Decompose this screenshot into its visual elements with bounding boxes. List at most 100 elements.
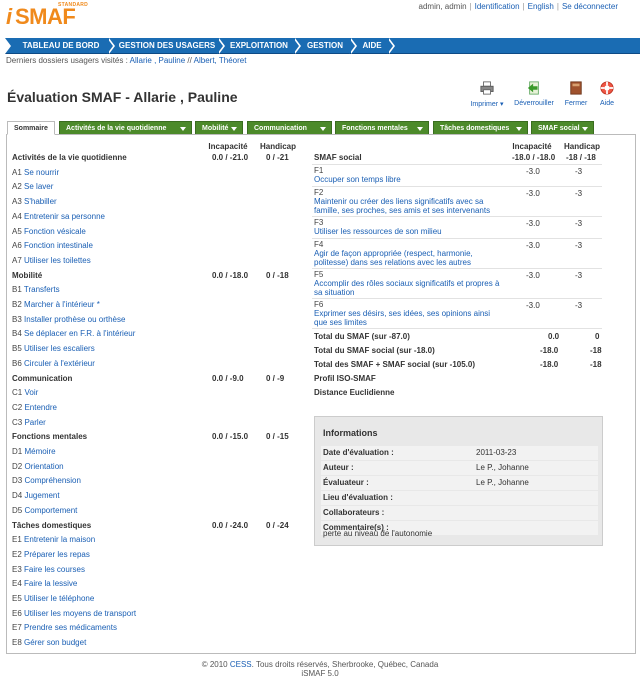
cess-link[interactable]: CESS [230, 660, 252, 669]
list-item[interactable]: E4 Faire la lessive [12, 579, 77, 589]
item-link[interactable]: Orientation [24, 462, 63, 471]
item-link[interactable]: Voir [24, 388, 38, 397]
list-item[interactable]: B4 Se déplacer en F.R. à l'intérieur [12, 329, 135, 339]
tab-sommaire[interactable]: Sommaire [7, 121, 55, 135]
list-item[interactable]: E6 Utiliser les moyens de transport [12, 609, 136, 619]
row-divider [312, 328, 602, 329]
social-item[interactable]: F1 Occuper son temps libre [314, 166, 504, 184]
item-link[interactable]: Faire la lessive [24, 579, 77, 588]
list-item[interactable]: D2 Orientation [12, 462, 64, 472]
list-item[interactable]: A2 Se laver [12, 182, 53, 192]
item-link[interactable]: Agir de façon appropriée (respect, harmo… [314, 249, 504, 267]
close-button[interactable]: Fermer [562, 80, 590, 107]
item-link[interactable]: Utiliser les escaliers [24, 344, 95, 353]
recent-link-allarie[interactable]: Allarie , Pauline [130, 56, 186, 65]
item-link[interactable]: Exprimer ses désirs, ses idées, ses opin… [314, 309, 504, 327]
item-link[interactable]: Accomplir des rôles sociaux significatif… [314, 279, 504, 297]
item-link[interactable]: Marcher à l'intérieur * [24, 300, 100, 309]
recent-link-albert[interactable]: Albert, Théoret [194, 56, 247, 65]
item-link[interactable]: Se laver [24, 182, 53, 191]
item-link[interactable]: Utiliser les moyens de transport [24, 609, 136, 618]
list-item[interactable]: D4 Jugement [12, 491, 60, 501]
list-item[interactable]: E8 Gérer son budget [12, 638, 86, 648]
item-link[interactable]: Se nourrir [24, 168, 59, 177]
social-item[interactable]: F4 Agir de façon appropriée (respect, har… [314, 240, 504, 267]
item-link[interactable]: Circuler à l'extérieur [24, 359, 95, 368]
ismaf-logo[interactable]: i SMAF STANDARD [6, 2, 96, 30]
tab-fonctions-mentales[interactable]: Fonctions mentales [335, 121, 429, 135]
list-item[interactable]: B6 Circuler à l'extérieur [12, 359, 95, 369]
list-item[interactable]: D1 Mémoire [12, 447, 56, 457]
item-link[interactable]: Fonction vésicale [24, 227, 86, 236]
item-link[interactable]: Transferts [24, 285, 60, 294]
item-link[interactable]: Prendre ses médicaments [24, 623, 117, 632]
item-link[interactable]: Gérer son budget [24, 638, 86, 647]
social-item[interactable]: F2 Maintenir ou créer des liens significa… [314, 188, 504, 215]
tab-mobilite[interactable]: Mobilité [195, 121, 243, 135]
item-link[interactable]: Parler [24, 418, 45, 427]
list-item[interactable]: A6 Fonction intestinale [12, 241, 93, 251]
nav-gestion[interactable]: GESTION [303, 38, 347, 54]
item-link[interactable]: Préparer les repas [24, 550, 90, 559]
logout-link[interactable]: Se déconnecter [562, 2, 618, 11]
list-item[interactable]: A4 Entretenir sa personne [12, 212, 105, 222]
item-link[interactable]: Entretenir la maison [24, 535, 95, 544]
item-link[interactable]: Comportement [24, 506, 77, 515]
item-link[interactable]: Jugement [24, 491, 59, 500]
list-item[interactable]: B1 Transferts [12, 285, 60, 295]
item-link[interactable]: Entendre [24, 403, 56, 412]
identification-link[interactable]: Identification [475, 2, 520, 11]
item-link[interactable]: Utiliser les toilettes [24, 256, 91, 265]
item-link[interactable]: Compréhension [24, 476, 80, 485]
nav-exploitation[interactable]: EXPLOITATION [227, 38, 291, 54]
tab-avq[interactable]: Activités de la vie quotidienne [59, 121, 192, 135]
list-item[interactable]: C3 Parler [12, 418, 46, 428]
language-link[interactable]: English [528, 2, 554, 11]
list-item[interactable]: A3 S'habiller [12, 197, 57, 207]
item-link[interactable]: Utiliser le téléphone [24, 594, 94, 603]
list-item[interactable]: E3 Faire les courses [12, 565, 85, 575]
item-link[interactable]: Utiliser les ressources de son milieu [314, 227, 504, 236]
item-link[interactable]: Mémoire [24, 447, 55, 456]
unlock-button[interactable]: Déverrouiller [513, 80, 555, 107]
item-link[interactable]: Fonction intestinale [24, 241, 93, 250]
item-link[interactable]: Entretenir sa personne [24, 212, 105, 221]
help-button[interactable]: Aide [596, 80, 618, 107]
list-item[interactable]: B5 Utiliser les escaliers [12, 344, 95, 354]
list-item[interactable]: A1 Se nourrir [12, 168, 59, 178]
item-link[interactable]: Se déplacer en F.R. à l'intérieur [24, 329, 135, 338]
close-book-icon [570, 81, 582, 95]
nav-aide[interactable]: AIDE [359, 38, 385, 54]
list-item[interactable]: D3 Compréhension [12, 476, 81, 486]
list-item[interactable]: E2 Préparer les repas [12, 550, 90, 560]
list-item[interactable]: E7 Prendre ses médicaments [12, 623, 117, 633]
list-item[interactable]: E1 Entretenir la maison [12, 535, 95, 545]
print-button[interactable]: Imprimer ▾ [470, 80, 504, 108]
list-item[interactable]: E5 Utiliser le téléphone [12, 594, 94, 604]
list-item[interactable]: D5 Comportement [12, 506, 77, 516]
list-item[interactable]: A5 Fonction vésicale [12, 227, 86, 237]
item-link[interactable]: Occuper son temps libre [314, 175, 504, 184]
tab-taches-domestiques[interactable]: Tâches domestiques [433, 121, 528, 135]
nav-tableau-de-bord[interactable]: TABLEAU DE BORD [15, 38, 107, 54]
list-item[interactable]: B3 Installer prothèse ou orthèse [12, 315, 125, 325]
list-item[interactable]: C1 Voir [12, 388, 38, 398]
item-code: C3 [12, 417, 23, 427]
item-code: C1 [12, 388, 23, 398]
item-link[interactable]: Faire les courses [24, 565, 85, 574]
item-link[interactable]: Installer prothèse ou orthèse [24, 315, 125, 324]
social-item[interactable]: F3 Utiliser les ressources de son milieu [314, 218, 504, 236]
social-handicap: -18 / -18 [566, 153, 596, 162]
list-item[interactable]: B2 Marcher à l'intérieur * [12, 300, 100, 310]
item-link[interactable]: Maintenir ou créer des liens significati… [314, 197, 504, 215]
social-item[interactable]: F5 Accomplir des rôles sociaux significat… [314, 270, 504, 297]
list-item[interactable]: C2 Entendre [12, 403, 57, 413]
nav-gestion-usagers[interactable]: GESTION DES USAGERS [117, 38, 217, 54]
item-handicap: -3 [575, 189, 583, 198]
tab-communication[interactable]: Communication [247, 121, 332, 135]
list-item[interactable]: A7 Utiliser les toilettes [12, 256, 91, 266]
col-handicap: Handicap [259, 142, 296, 151]
item-link[interactable]: S'habiller [24, 197, 57, 206]
tab-smaf-social[interactable]: SMAF social [531, 121, 594, 135]
social-item[interactable]: F6 Exprimer ses désirs, ses idées, ses op… [314, 300, 504, 327]
